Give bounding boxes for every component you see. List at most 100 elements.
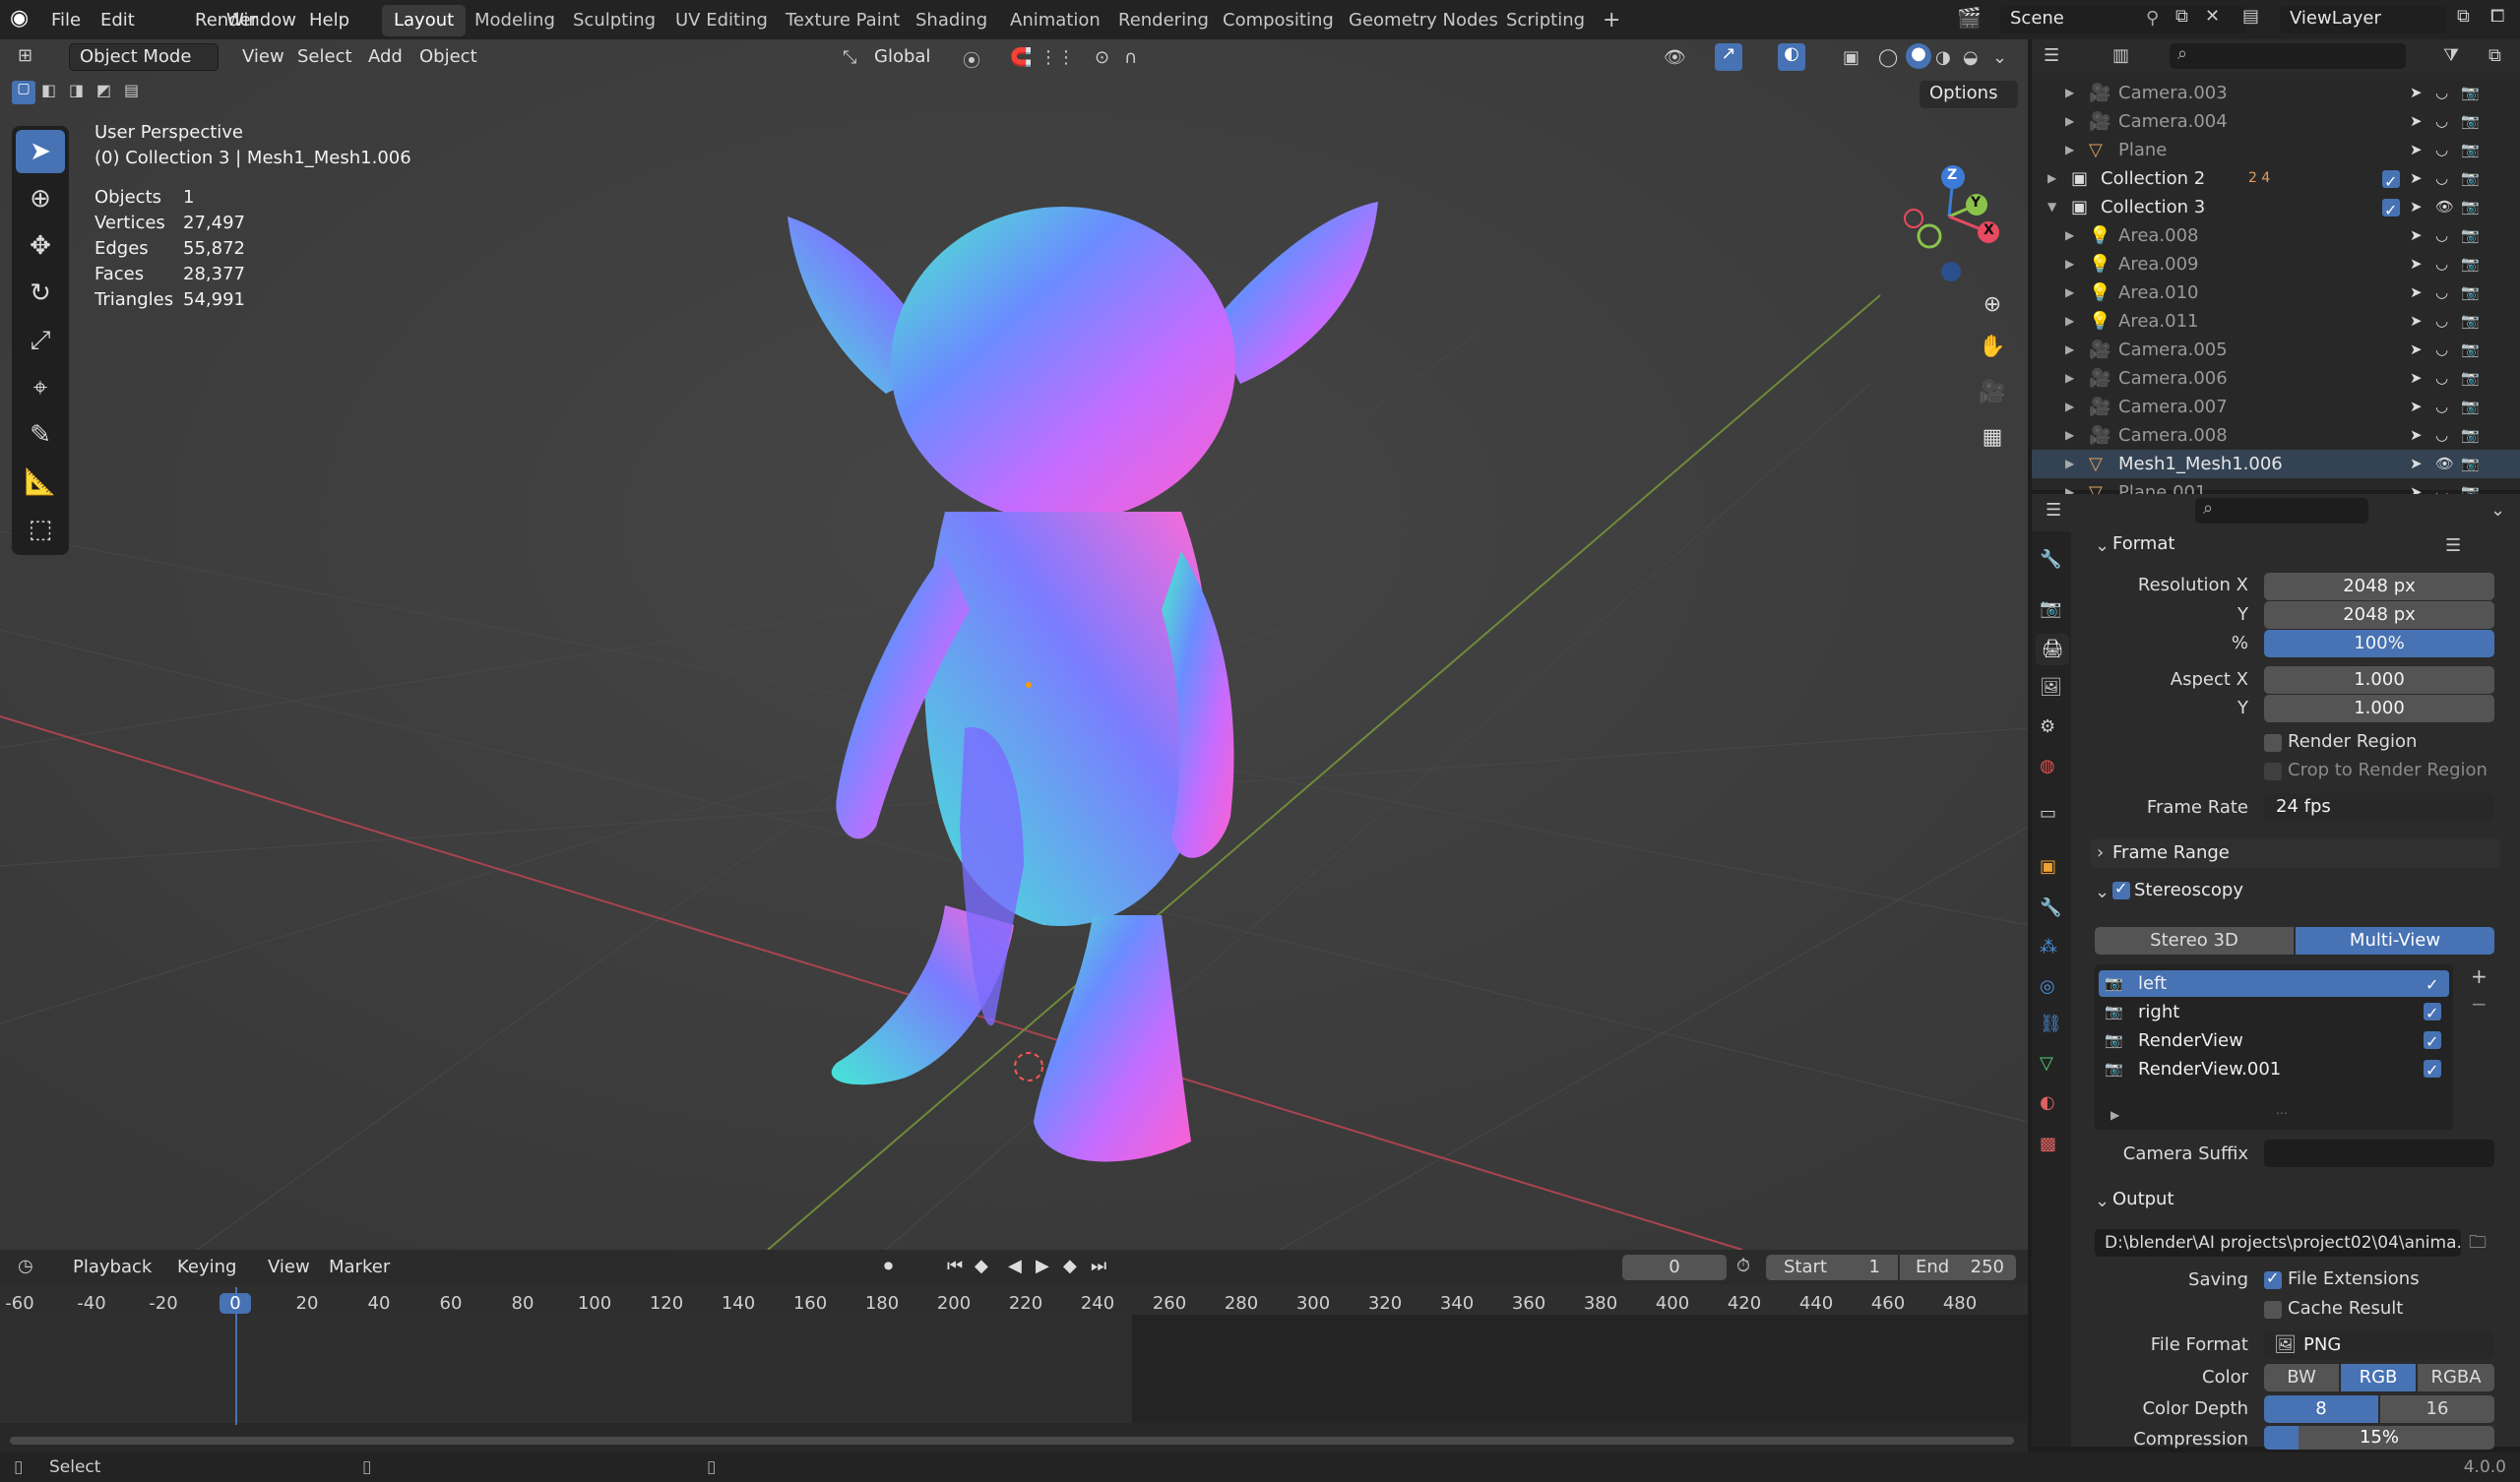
view-enabled-checkbox[interactable]	[2424, 971, 2441, 998]
exclude-checkbox[interactable]	[2382, 196, 2400, 224]
render-camera-icon[interactable]: 📷	[2461, 136, 2480, 164]
render-camera-icon[interactable]: 📷	[2461, 164, 2480, 193]
depth-16-button[interactable]: 16	[2380, 1395, 2494, 1423]
marker-menu[interactable]: Marker	[321, 1252, 398, 1283]
select-arrow-icon[interactable]: ➤	[2410, 250, 2423, 278]
select-arrow-icon[interactable]: ➤	[2410, 79, 2423, 107]
expand-arrow-icon[interactable]: ▶	[2065, 221, 2074, 250]
tool-tab-icon[interactable]: 🔧	[2040, 549, 2061, 570]
expand-arrow-icon[interactable]: ▶	[2065, 278, 2074, 307]
editor-type-icon[interactable]: ◷	[18, 1256, 33, 1276]
select-arrow-icon[interactable]: ➤	[2410, 450, 2423, 478]
select-arrow-icon[interactable]: ➤	[2410, 164, 2423, 193]
play-icon[interactable]: ▶	[1036, 1256, 1049, 1276]
hide-eye-icon[interactable]: ◡	[2435, 221, 2448, 250]
tab-compositing[interactable]: Compositing	[1211, 5, 1346, 36]
hide-eye-icon[interactable]: ◡	[2435, 307, 2448, 336]
visibility-icon[interactable]: 👁	[1664, 47, 1686, 68]
render-camera-icon[interactable]: 📷	[2461, 278, 2480, 307]
transform-tool-icon[interactable]: ⌖	[16, 366, 65, 409]
move-tool-icon[interactable]: ✥	[16, 224, 65, 268]
outliner-row[interactable]: ▼ ▣ Collection 3 ➤ 👁📷	[2032, 193, 2520, 224]
rotate-tool-icon[interactable]: ↻	[16, 272, 65, 315]
cache-result-checkbox[interactable]	[2264, 1301, 2282, 1319]
frame-rate-dropdown[interactable]: 24 fps	[2264, 793, 2494, 821]
jump-start-icon[interactable]: ⏮	[947, 1256, 963, 1276]
file-format-dropdown[interactable]: PNG	[2264, 1331, 2494, 1359]
view-list-item[interactable]: 📷 RenderView	[2099, 1027, 2449, 1055]
material-tab-icon[interactable]: ◐	[2040, 1092, 2055, 1113]
outliner-row[interactable]: ▶ 💡 Area.011 ➤ ◡ 📷	[2032, 307, 2520, 336]
delete-view-layer-icon[interactable]: ⧠	[2490, 6, 2504, 27]
constraints-tab-icon[interactable]: ⛓	[2040, 1014, 2062, 1034]
expand-arrow-icon[interactable]: ▶	[2065, 250, 2074, 278]
properties-search-input[interactable]: ⌕	[2195, 498, 2368, 524]
hide-eye-icon[interactable]: ◡	[2435, 364, 2448, 393]
view-list-item[interactable]: 📷 RenderView.001	[2099, 1056, 2449, 1083]
filter-icon[interactable]: ⧩	[2443, 45, 2459, 66]
render-camera-icon[interactable]: 📷	[2461, 336, 2480, 364]
format-panel-title[interactable]: Format	[2112, 529, 2174, 559]
camera-view-icon[interactable]: 🎥	[1975, 370, 2010, 415]
add-workspace-button[interactable]: +	[1591, 5, 1632, 36]
select-intersect-icon[interactable]: ▤	[124, 81, 139, 99]
options-chevron-icon[interactable]: ⌄	[2490, 500, 2505, 521]
render-region-checkbox[interactable]	[2264, 734, 2282, 752]
hide-eye-icon[interactable]: ◡	[2435, 250, 2448, 278]
select-arrow-icon[interactable]: ➤	[2410, 107, 2423, 136]
expand-chevron-icon[interactable]: ›	[2097, 842, 2104, 863]
outliner-row[interactable]: ▶ 🎥 Camera.004 ➤ ◡ 📷	[2032, 107, 2520, 136]
hide-eye-icon[interactable]: ◡	[2435, 278, 2448, 307]
pin-icon[interactable]: ⚲	[2146, 8, 2159, 29]
object-mode-dropdown[interactable]: Object Mode	[69, 43, 219, 71]
outliner-row[interactable]: ▶ 🎥 Camera.008 ➤ ◡ 📷	[2032, 421, 2520, 450]
add-menu[interactable]: Add	[360, 41, 410, 73]
color-bw-button[interactable]: BW	[2264, 1364, 2339, 1391]
rendered-shading-icon[interactable]: ◒	[1963, 47, 1979, 68]
navigation-gizmo[interactable]: Z Y X	[1890, 128, 2008, 285]
collapse-chevron-icon[interactable]: ⌄	[2095, 535, 2110, 556]
select-arrow-icon[interactable]: ➤	[2410, 307, 2423, 336]
frame-range-panel-title[interactable]: Frame Range	[2112, 838, 2230, 868]
expand-arrow-icon[interactable]: ▶	[2065, 421, 2074, 450]
playback-menu[interactable]: Playback	[65, 1252, 159, 1283]
render-camera-icon[interactable]: 📷	[2461, 107, 2480, 136]
hide-eye-icon[interactable]: ◡	[2435, 421, 2448, 450]
outliner-search-input[interactable]: ⌕	[2170, 43, 2406, 69]
tab-rendering[interactable]: Rendering	[1106, 5, 1221, 36]
physics-tab-icon[interactable]: ◎	[2040, 976, 2055, 997]
tab-texture-paint[interactable]: Texture Paint	[774, 5, 912, 36]
expand-arrow-icon[interactable]: ▶	[2065, 450, 2074, 478]
tab-scripting[interactable]: Scripting	[1494, 5, 1597, 36]
prev-keyframe-icon[interactable]: ◆	[975, 1256, 988, 1276]
output-panel-title[interactable]: Output	[2112, 1185, 2174, 1214]
render-camera-icon[interactable]: 📷	[2461, 79, 2480, 107]
render-camera-icon[interactable]: 📷	[2461, 393, 2480, 421]
data-tab-icon[interactable]: ▽	[2040, 1053, 2053, 1074]
view-list-item[interactable]: 📷 left	[2099, 970, 2449, 998]
menu-window[interactable]: Window	[217, 8, 306, 33]
scale-tool-icon[interactable]: ⤢	[16, 319, 65, 362]
select-arrow-icon[interactable]: ➤	[2410, 193, 2423, 221]
outliner-row[interactable]: ▶ 🎥 Camera.007 ➤ ◡ 📷	[2032, 393, 2520, 421]
view-layer-icon[interactable]: ▤	[2242, 6, 2259, 27]
wireframe-shading-icon[interactable]: ◯	[1878, 47, 1898, 68]
camera-suffix-input[interactable]	[2264, 1140, 2494, 1167]
preview-range-icon[interactable]: ⏱	[1736, 1256, 1750, 1276]
annotate-tool-icon[interactable]: ✎	[16, 413, 65, 457]
expand-arrow-icon[interactable]: ▶	[2065, 364, 2074, 393]
add-cube-tool-icon[interactable]: ⬚	[16, 508, 65, 551]
select-box-icon[interactable]: ▢	[12, 81, 35, 104]
next-keyframe-icon[interactable]: ◆	[1063, 1256, 1077, 1276]
editor-type-icon[interactable]: ⊞	[18, 45, 32, 66]
gizmo-toggle-icon[interactable]: ↗	[1715, 43, 1742, 71]
tab-uv-editing[interactable]: UV Editing	[663, 5, 780, 36]
scene-icon[interactable]: 🎬	[1957, 6, 1982, 30]
falloff-icon[interactable]: ∩	[1124, 47, 1137, 68]
ortho-toggle-icon[interactable]: ▦	[1975, 415, 2010, 461]
select-tool-icon[interactable]: ➤	[16, 130, 65, 173]
delete-scene-icon[interactable]: ✕	[2205, 6, 2220, 27]
3d-viewport[interactable]: ⊞ Object Mode View Select Add Object ⤡ G…	[0, 39, 2028, 1250]
collapse-chevron-icon[interactable]: ⌄	[2095, 882, 2110, 902]
select-arrow-icon[interactable]: ➤	[2410, 278, 2423, 307]
